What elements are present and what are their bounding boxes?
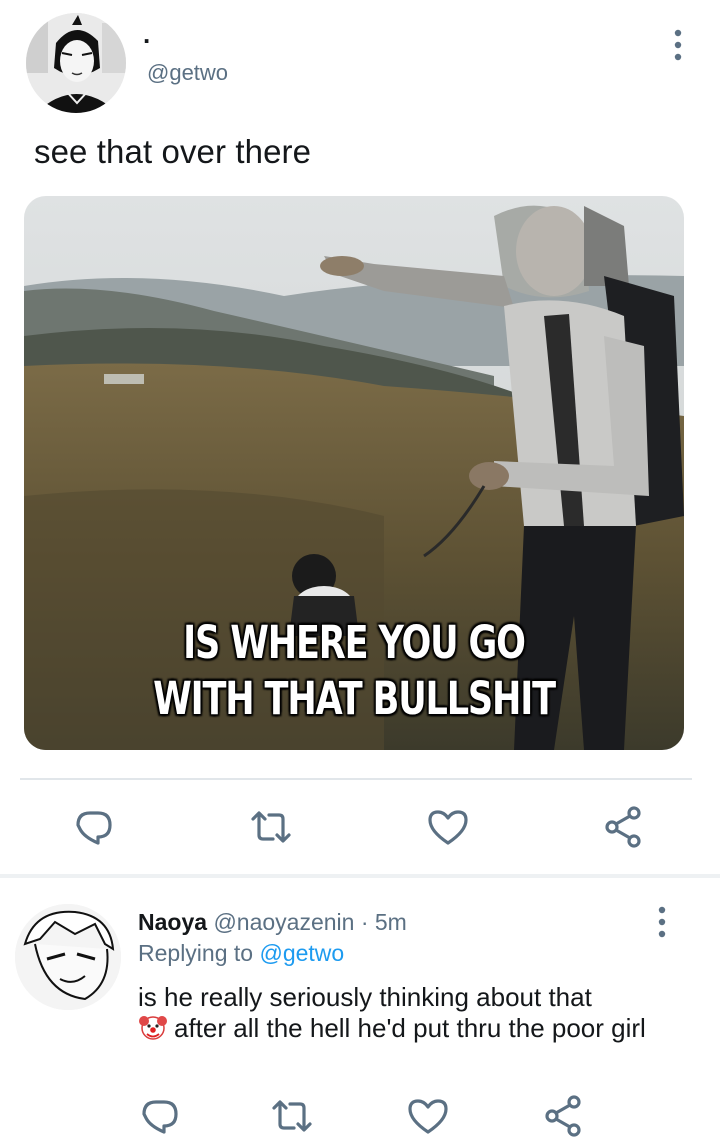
- reply-author-avatar[interactable]: [15, 904, 121, 1010]
- reply-icon[interactable]: [136, 1092, 184, 1139]
- reply-icon[interactable]: [70, 803, 118, 851]
- replying-to: Replying to @getwo: [138, 940, 344, 967]
- separator-dot: ·: [360, 909, 369, 935]
- meme-caption-line2: WITH THAT BULLSHIT: [153, 672, 556, 725]
- tweet-text: see that over there: [34, 133, 312, 170]
- reply-more-options-icon[interactable]: [648, 905, 676, 939]
- replying-to-label: Replying to: [138, 940, 254, 966]
- section-divider: [0, 874, 720, 878]
- reply-author-name[interactable]: Naoya: [138, 909, 207, 935]
- reply-text: is he really seriously thinking about th…: [138, 982, 678, 1044]
- author-avatar[interactable]: [26, 13, 126, 113]
- replying-to-mention[interactable]: @getwo: [259, 940, 344, 966]
- clown-face-emoji-icon: [138, 1013, 168, 1041]
- reply-author-handle[interactable]: @naoyazenin: [213, 909, 354, 935]
- reply-text-part2: after all the hell he'd put thru the poo…: [174, 1013, 646, 1043]
- like-icon[interactable]: [424, 803, 472, 851]
- like-icon[interactable]: [404, 1092, 452, 1139]
- tweet-media[interactable]: IS WHERE YOU GO WITH THAT BULLSHIT: [24, 196, 684, 750]
- avatar-illustration: [26, 13, 126, 113]
- divider: [20, 778, 692, 780]
- tweet-thread: . @getwo see that over there IS WHERE YO…: [0, 0, 720, 1139]
- reply-header: Naoya @naoyazenin · 5m: [138, 909, 407, 936]
- retweet-icon[interactable]: [247, 803, 295, 851]
- reply-text-part1: is he really seriously thinking about th…: [138, 982, 592, 1012]
- reply-timestamp[interactable]: 5m: [375, 909, 407, 935]
- retweet-icon[interactable]: [268, 1092, 316, 1139]
- avatar-illustration: [15, 904, 121, 1010]
- more-options-icon[interactable]: [664, 28, 692, 62]
- author-display-name[interactable]: .: [143, 21, 150, 47]
- share-icon[interactable]: [600, 803, 648, 851]
- meme-caption-line1: IS WHERE YOU GO: [183, 616, 526, 669]
- share-icon[interactable]: [540, 1092, 588, 1139]
- author-handle[interactable]: @getwo: [147, 60, 228, 86]
